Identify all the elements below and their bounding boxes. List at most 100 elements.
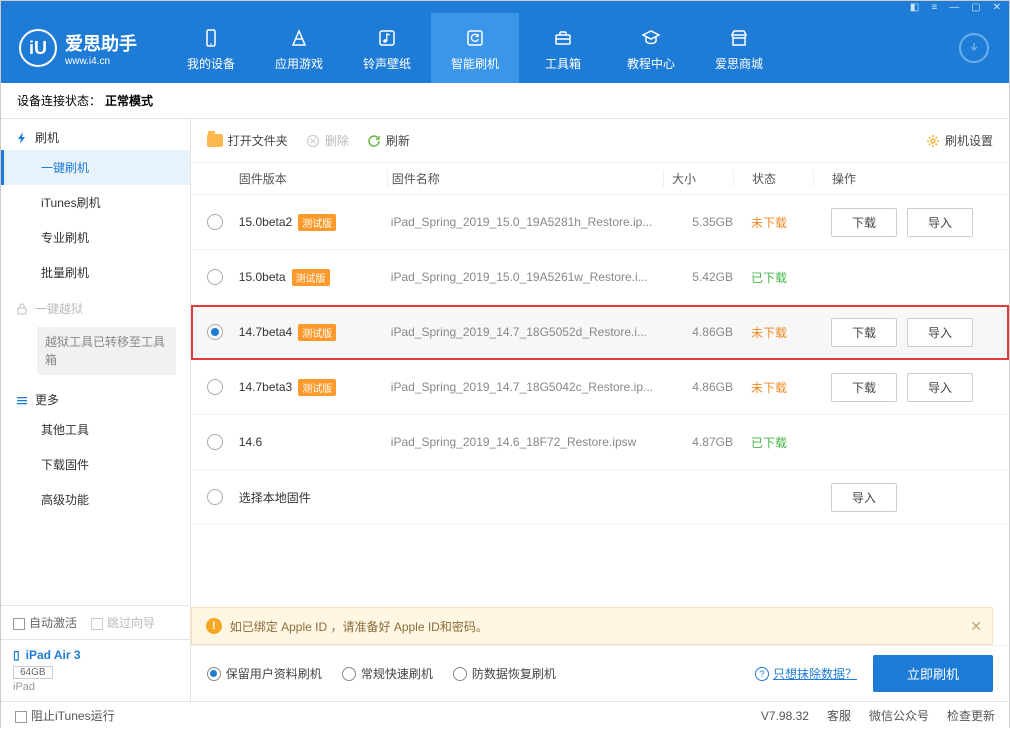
toolbox-icon xyxy=(552,25,574,51)
refresh-icon xyxy=(367,134,381,148)
flash-option-1[interactable]: 常规快速刷机 xyxy=(342,665,433,682)
nav-tab-4[interactable]: 工具箱 xyxy=(519,13,607,83)
nav-tab-3[interactable]: 智能刷机 xyxy=(431,13,519,83)
option-radio xyxy=(207,667,221,681)
menu-icon[interactable]: ≡ xyxy=(931,2,937,13)
download-circle-icon[interactable] xyxy=(959,33,989,63)
titlebar: ◧ ≡ — ▢ ✕ xyxy=(1,1,1009,13)
footer-wechat[interactable]: 微信公众号 xyxy=(869,707,929,724)
flash-icon xyxy=(15,131,29,145)
maximize-icon[interactable]: ▢ xyxy=(971,2,980,13)
version-label: 14.7beta4 xyxy=(239,325,292,339)
download-button[interactable]: 下载 xyxy=(831,208,897,237)
open-folder-button[interactable]: 打开文件夹 xyxy=(207,132,288,149)
import-button[interactable]: 导入 xyxy=(907,208,973,237)
row-radio[interactable] xyxy=(207,489,223,505)
side-group-2: 更多 xyxy=(1,381,190,412)
beta-badge: 测试版 xyxy=(292,269,330,286)
device-capacity: 64GB xyxy=(13,666,53,679)
logo-icon: iU xyxy=(19,29,57,67)
block-itunes-checkbox[interactable]: 阻止iTunes运行 xyxy=(15,707,115,724)
beta-badge: 测试版 xyxy=(298,379,336,396)
status-label: 未下载 xyxy=(751,381,787,395)
version-label: 15.0beta2 xyxy=(239,215,292,229)
version-label: 14.6 xyxy=(239,435,262,449)
footer-support[interactable]: 客服 xyxy=(827,707,851,724)
row-radio[interactable] xyxy=(207,214,223,230)
delete-button[interactable]: 删除 xyxy=(306,132,349,149)
lock-icon xyxy=(15,302,29,316)
row-radio[interactable] xyxy=(207,269,223,285)
refresh-button[interactable]: 刷新 xyxy=(367,132,410,149)
col-size: 大小 xyxy=(663,170,733,187)
side-item-0-1[interactable]: iTunes刷机 xyxy=(1,185,190,220)
nav-tab-2[interactable]: 铃声壁纸 xyxy=(343,13,431,83)
col-status: 状态 xyxy=(733,170,813,187)
side-group-1: 一键越狱 xyxy=(1,290,190,321)
table-row[interactable]: 选择本地固件 导入 xyxy=(191,470,1009,525)
status-label: 已下载 xyxy=(751,271,787,285)
size-label: 4.86GB xyxy=(692,325,733,339)
theme-icon[interactable]: ◧ xyxy=(910,2,919,13)
table-row[interactable]: 15.0beta测试版iPad_Spring_2019_15.0_19A5261… xyxy=(191,250,1009,305)
import-button[interactable]: 导入 xyxy=(907,373,973,402)
firmware-name: iPad_Spring_2019_14.6_18F72_Restore.ipsw xyxy=(391,435,637,449)
toolbar: 打开文件夹 删除 刷新 刷机设置 xyxy=(191,119,1009,163)
table-row[interactable]: 14.7beta3测试版iPad_Spring_2019_14.7_18G504… xyxy=(191,360,1009,415)
close-icon[interactable]: ✕ xyxy=(993,2,1001,13)
version-label: 14.7beta3 xyxy=(239,380,292,394)
firmware-name: iPad_Spring_2019_14.7_18G5052d_Restore.i… xyxy=(391,325,647,339)
nav-tab-5[interactable]: 教程中心 xyxy=(607,13,695,83)
side-group-0: 刷机 xyxy=(1,119,190,150)
version-label: 选择本地固件 xyxy=(239,489,311,506)
flash-option-0[interactable]: 保留用户资料刷机 xyxy=(207,665,322,682)
size-label: 5.42GB xyxy=(692,270,733,284)
auto-activate-checkbox[interactable]: 自动激活 xyxy=(13,614,77,631)
side-item-2-0[interactable]: 其他工具 xyxy=(1,412,190,447)
import-button[interactable]: 导入 xyxy=(907,318,973,347)
table-row[interactable]: 14.7beta4测试版iPad_Spring_2019_14.7_18G505… xyxy=(191,305,1009,360)
tablet-icon: ▯ xyxy=(13,648,20,662)
side-item-2-1[interactable]: 下载固件 xyxy=(1,447,190,482)
table-header: 固件版本 固件名称 大小 状态 操作 xyxy=(191,163,1009,195)
logo: iU 爱思助手 www.i4.cn xyxy=(19,29,137,67)
options-row: 保留用户资料刷机 常规快速刷机 防数据恢复刷机 ? 只想抹除数据？ 立即刷机 xyxy=(191,645,1009,701)
erase-link[interactable]: ? 只想抹除数据？ xyxy=(755,665,857,682)
row-radio[interactable] xyxy=(207,324,223,340)
flash-now-button[interactable]: 立即刷机 xyxy=(873,655,993,692)
sidebar: 刷机一键刷机iTunes刷机专业刷机批量刷机一键越狱越狱工具已转移至工具箱更多其… xyxy=(1,119,191,701)
beta-badge: 测试版 xyxy=(298,214,336,231)
download-button[interactable]: 下载 xyxy=(831,318,897,347)
firmware-name: iPad_Spring_2019_15.0_19A5281h_Restore.i… xyxy=(391,215,653,229)
version-label: 15.0beta xyxy=(239,270,286,284)
side-item-0-0[interactable]: 一键刷机 xyxy=(1,150,190,185)
download-button[interactable]: 下载 xyxy=(831,373,897,402)
store-icon xyxy=(728,25,750,51)
skip-guide-checkbox[interactable]: 跳过向导 xyxy=(91,614,155,631)
row-radio[interactable] xyxy=(207,434,223,450)
side-item-2-2[interactable]: 高级功能 xyxy=(1,482,190,517)
version-label: V7.98.32 xyxy=(761,709,809,723)
option-radio xyxy=(453,667,467,681)
col-version: 固件版本 xyxy=(239,170,387,187)
import-button[interactable]: 导入 xyxy=(831,483,897,512)
side-item-0-2[interactable]: 专业刷机 xyxy=(1,220,190,255)
minimize-icon[interactable]: — xyxy=(949,2,959,13)
flash-option-2[interactable]: 防数据恢复刷机 xyxy=(453,665,556,682)
content: 打开文件夹 删除 刷新 刷机设置 固件版本 固件名称 大小 状态 操作 15.0… xyxy=(191,119,1009,701)
footer-update[interactable]: 检查更新 xyxy=(947,707,995,724)
nav-tab-6[interactable]: 爱思商城 xyxy=(695,13,783,83)
table-row[interactable]: 15.0beta2 测试版 iPad_Spring_2019_15.0_19A528… xyxy=(191,195,1009,250)
header: iU 爱思助手 www.i4.cn 我的设备应用游戏铃声壁纸智能刷机工具箱教程中… xyxy=(1,13,1009,83)
side-item-0-3[interactable]: 批量刷机 xyxy=(1,255,190,290)
status-bar: 设备连接状态： 正常模式 xyxy=(1,83,1009,119)
close-info-icon[interactable]: ✕ xyxy=(970,618,982,635)
row-radio[interactable] xyxy=(207,379,223,395)
nav-tab-0[interactable]: 我的设备 xyxy=(167,13,255,83)
settings-button[interactable]: 刷机设置 xyxy=(926,132,993,149)
gear-icon xyxy=(926,134,940,148)
phone-icon xyxy=(200,25,222,51)
size-label: 4.87GB xyxy=(692,435,733,449)
nav-tab-1[interactable]: 应用游戏 xyxy=(255,13,343,83)
table-row[interactable]: 14.6 iPad_Spring_2019_14.6_18F72_Restore.… xyxy=(191,415,1009,470)
